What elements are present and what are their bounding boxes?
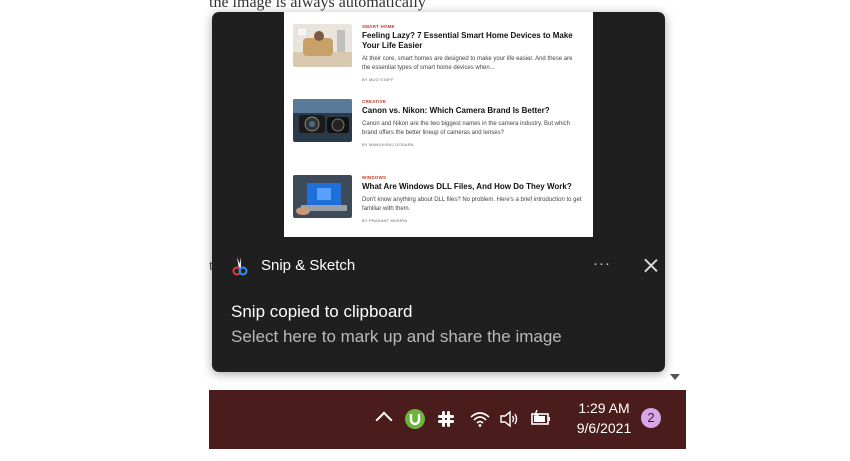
background-heading-fragment: the image is always automatically — [209, 0, 426, 11]
article-author: BY MUO STAFF — [362, 77, 394, 82]
article-description: Canon and Nikon are the two biggest name… — [362, 121, 571, 136]
wifi-icon[interactable] — [470, 411, 490, 432]
article-description: At their core, smart homes are designed … — [362, 56, 573, 71]
article-category: CREATIVE — [362, 99, 387, 104]
preview-article: WINDOWS What Are Windows DLL Files, And … — [293, 175, 583, 237]
clock-time[interactable]: 1:29 AM — [569, 400, 639, 416]
camera-thumbnail — [293, 99, 352, 142]
scroll-down-arrow-icon[interactable] — [670, 374, 680, 380]
smart-home-thumbnail — [293, 24, 352, 67]
volume-icon[interactable] — [499, 410, 519, 433]
snip-sketch-app-icon — [231, 255, 251, 277]
notification-subtitle: Select here to mark up and share the ima… — [231, 327, 562, 346]
battery-charging-icon[interactable] — [530, 409, 552, 433]
article-title: What Are Windows DLL Files, And How Do T… — [362, 182, 572, 191]
slack-icon[interactable] — [437, 410, 455, 433]
utorrent-icon[interactable] — [405, 409, 425, 434]
article-author: BY MANUVIRAJ GODARA — [362, 142, 414, 147]
toast-header: Snip & Sketch ··· — [231, 255, 651, 277]
more-options-button[interactable]: ··· — [593, 255, 611, 275]
notification-center-badge[interactable]: 2 — [641, 408, 661, 428]
article-category: SMART HOME — [362, 24, 395, 29]
preview-article: SMART HOME Feeling Lazy? 7 Essential Sma… — [293, 24, 583, 90]
chevron-up-icon[interactable] — [375, 411, 393, 429]
preview-article: CREATIVE Canon vs. Nikon: Which Camera B… — [293, 99, 583, 165]
article-author: BY PRASANT MISHRA — [362, 218, 408, 223]
article-title: Feeling Lazy? 7 Essential Smart Home Dev… — [362, 31, 573, 50]
notification-title: Snip copied to clipboard — [231, 302, 413, 321]
article-description: Don't know anything about DLL files? No … — [362, 197, 582, 212]
snip-preview-image[interactable]: SMART HOME Feeling Lazy? 7 Essential Sma… — [284, 12, 593, 237]
close-icon[interactable] — [643, 258, 658, 273]
snip-notification-toast[interactable]: SMART HOME Feeling Lazy? 7 Essential Sma… — [212, 12, 665, 372]
taskbar: 1:29 AM 9/6/2021 2 — [209, 390, 686, 449]
clock-date[interactable]: 9/6/2021 — [569, 420, 639, 436]
article-category: WINDOWS — [362, 175, 387, 180]
article-title: Canon vs. Nikon: Which Camera Brand Is B… — [362, 106, 550, 115]
app-name: Snip & Sketch — [261, 257, 356, 274]
windows-laptop-thumbnail — [293, 175, 352, 218]
